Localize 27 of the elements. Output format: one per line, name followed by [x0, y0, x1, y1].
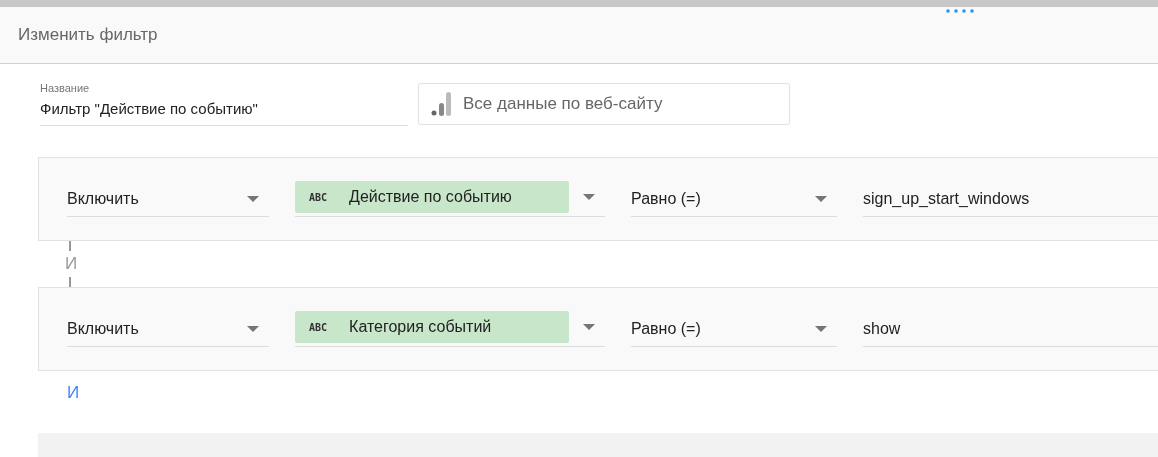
dimension-dropdown[interactable]: ABC Категория событий — [295, 311, 605, 347]
include-dropdown[interactable]: Включить — [67, 181, 269, 217]
name-field[interactable]: Название Фильтр "Действие по событию" — [40, 82, 408, 126]
text-type-icon: ABC — [309, 321, 328, 333]
caret-icon — [815, 195, 827, 202]
caret-icon — [247, 195, 259, 202]
dialog-title: Изменить фильтр — [18, 25, 158, 45]
dimension-dropdown[interactable]: ABC Действие по событию — [295, 181, 605, 217]
segment-selector[interactable]: Все данные по веб-сайту — [418, 83, 790, 125]
dimension-chip: ABC Действие по событию — [295, 181, 569, 213]
and-connector-label: И — [65, 253, 78, 275]
field-value: Фильтр "Действие по событию" — [40, 100, 259, 117]
dimension-chip: ABC Категория событий — [295, 311, 569, 343]
text-type-icon: ABC — [309, 191, 328, 203]
caret-icon — [247, 325, 259, 332]
bar-chart-icon — [431, 92, 451, 116]
field-label: Название — [40, 82, 91, 94]
operator-dropdown[interactable]: Равно (=) — [631, 311, 837, 347]
value-input[interactable]: show — [863, 311, 1158, 347]
operator-dropdown[interactable]: Равно (=) — [631, 181, 837, 217]
add-and-link[interactable]: И — [63, 381, 84, 405]
loading-dots-icon — [946, 9, 974, 13]
include-dropdown[interactable]: Включить — [67, 311, 269, 347]
value-input[interactable]: sign_up_start_windows — [863, 181, 1158, 217]
caret-icon — [583, 324, 595, 330]
caret-icon — [815, 325, 827, 332]
caret-icon — [583, 194, 595, 200]
